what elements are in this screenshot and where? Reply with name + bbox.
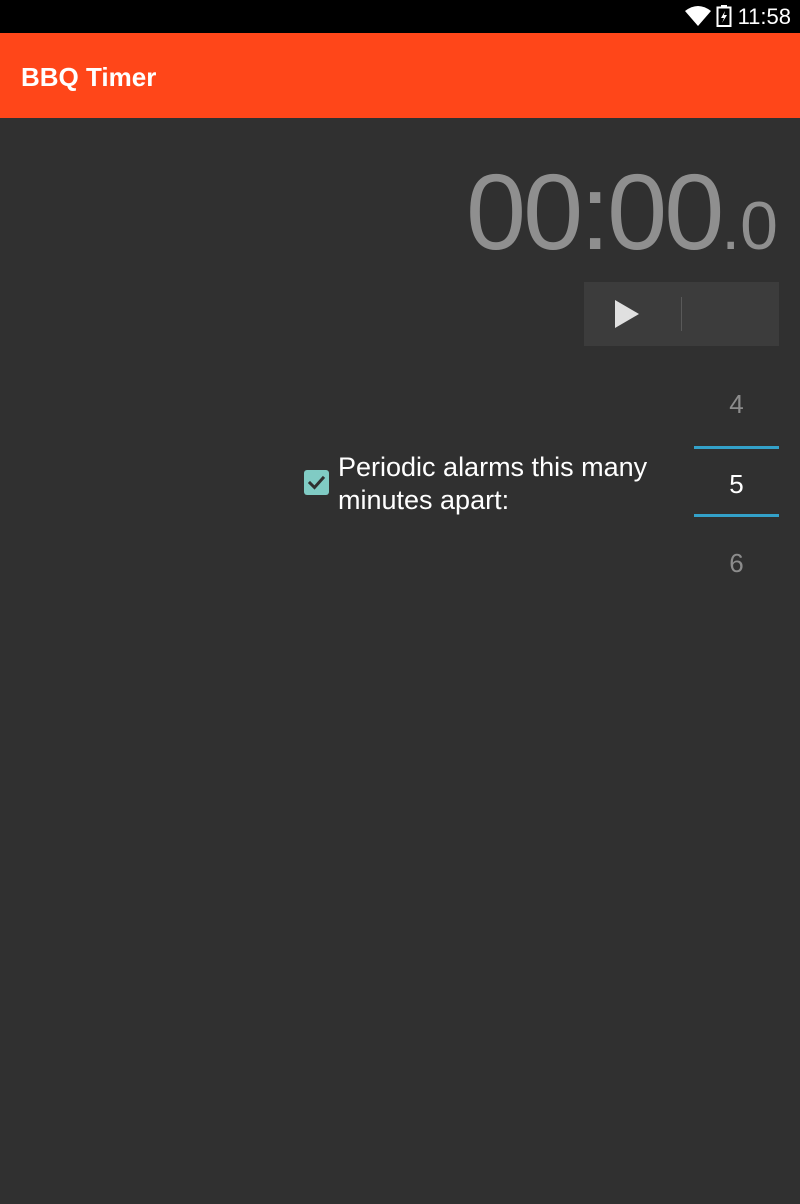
timer-controls: [584, 282, 779, 346]
reset-button[interactable]: [682, 282, 779, 346]
app-title: BBQ Timer: [21, 62, 157, 92]
status-bar: 11:58: [0, 0, 800, 33]
timer-minutes-seconds: 00:00: [466, 151, 724, 272]
interval-number-picker[interactable]: 4 5 6: [694, 372, 779, 596]
picker-current-value[interactable]: 5: [694, 469, 779, 499]
timer-tenths: .0: [721, 188, 778, 264]
play-button[interactable]: [584, 282, 681, 346]
check-icon: [307, 475, 326, 490]
status-time: 11:58: [737, 4, 791, 29]
periodic-alarm-checkbox[interactable]: [304, 470, 329, 495]
periodic-alarm-label[interactable]: Periodic alarms this many minutes apart:: [338, 451, 683, 517]
picker-next-value[interactable]: 6: [694, 548, 779, 578]
play-icon: [615, 300, 639, 328]
picker-selection-line-top: [694, 446, 779, 449]
screen: 11:58 BBQ Timer 00:00.0 Periodic alarms …: [0, 0, 800, 1204]
app-bar: BBQ Timer: [0, 33, 800, 118]
battery-icon: [716, 5, 732, 27]
timer-display: 00:00.0: [466, 158, 778, 266]
picker-previous-value[interactable]: 4: [694, 389, 779, 419]
picker-selection-line-bottom: [694, 514, 779, 517]
wifi-icon: [685, 6, 711, 26]
